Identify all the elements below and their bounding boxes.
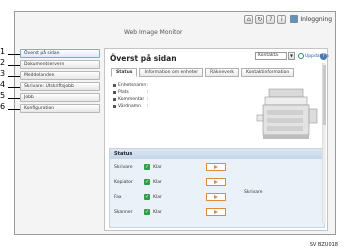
home-icon[interactable]: ⌂: [244, 14, 254, 24]
status-row: Fax Klar: [110, 193, 320, 203]
login-button[interactable]: Inloggning: [290, 15, 332, 23]
printer-image: [256, 88, 318, 139]
contact-select[interactable]: Kontakta: [255, 52, 287, 60]
sidebar-item-print-jobs[interactable]: Skrivare: Utskriftsjobb: [20, 82, 100, 91]
check-icon: [144, 179, 150, 185]
status-value: Klar: [153, 195, 162, 200]
device-info-list: Enhetsnamn: Plats: Kommentar: Värdnamn:: [113, 82, 149, 110]
status-label: Skanner: [114, 210, 133, 215]
scrollbar-thumb[interactable]: [323, 65, 326, 125]
info-row: Plats:: [113, 89, 149, 96]
chevron-down-icon[interactable]: ▼: [288, 52, 295, 60]
sidebar-menu: Överst på sidan Dokumentservern Meddelan…: [20, 49, 100, 115]
info-label: Kommentar: [118, 97, 145, 102]
status-label: Kopiator: [114, 180, 133, 185]
help-icon[interactable]: ?: [266, 14, 276, 24]
arrow-button[interactable]: [206, 178, 226, 186]
tab-counter[interactable]: Räkneverk: [205, 68, 240, 77]
status-label: Fax: [114, 195, 122, 200]
tab-bar: Status Information om enheter Räkneverk …: [111, 68, 295, 77]
info-row: Värdnamn:: [113, 103, 149, 110]
refresh-icon[interactable]: ↻: [255, 14, 265, 24]
login-icon: [290, 15, 299, 23]
info-label: Plats: [118, 90, 129, 95]
app-title: Web Image Monitor: [124, 29, 183, 36]
scrollbar[interactable]: [322, 63, 326, 223]
sidebar-item-jobs[interactable]: Jobb: [20, 93, 100, 102]
refresh-icon: [298, 53, 304, 59]
top-toolbar: ⌂ ↻ ? i Inloggning: [15, 12, 335, 26]
sidebar-item-top-page[interactable]: Överst på sidan: [20, 49, 100, 58]
status-value: Klar: [153, 180, 162, 185]
login-label: Inloggning: [300, 15, 332, 23]
check-icon: [144, 164, 150, 170]
info-value: :: [147, 90, 149, 95]
main-panel: Överst på sidan Kontakta ▼ Uppdatera ? S…: [104, 48, 329, 231]
arrow-button[interactable]: [206, 193, 226, 201]
status-row: Skanner Klar: [110, 208, 320, 218]
status-value: Klar: [153, 165, 162, 170]
tab-status[interactable]: Status: [111, 68, 138, 77]
info-value: :: [147, 97, 149, 102]
info-value: :: [147, 83, 149, 88]
help-icon[interactable]: ?: [320, 53, 327, 60]
status-label: Skrivare: [114, 165, 133, 170]
info-row: Enhetsnamn:: [113, 82, 149, 89]
sidebar-item-messages[interactable]: Meddelanden: [20, 71, 100, 80]
sidebar-item-configuration[interactable]: Konfiguration: [20, 104, 100, 113]
info-label: Enhetsnamn: [118, 83, 147, 88]
info-row: Kommentar:: [113, 96, 149, 103]
status-value: Klar: [153, 210, 162, 215]
arrow-button[interactable]: [206, 208, 226, 216]
check-icon: [144, 194, 150, 200]
figure-reference: SV BZU018: [309, 242, 338, 248]
page-title: Överst på sidan: [110, 54, 177, 63]
info-label: Värdnamn: [118, 104, 141, 109]
sidebar-item-document-server[interactable]: Dokumentservern: [20, 60, 100, 69]
arrow-button[interactable]: [206, 163, 226, 171]
info-value: :: [147, 104, 149, 109]
check-icon: [144, 209, 150, 215]
status-heading: Status: [110, 149, 324, 159]
status-side-label: Skrivare: [244, 190, 263, 195]
status-row: Kopiator Klar: [110, 178, 320, 188]
status-panel: Status Skrivare Klar Kopiator Klar Fax K…: [109, 148, 325, 228]
tab-device-info[interactable]: Information om enheter: [139, 68, 204, 77]
status-row: Skrivare Klar: [110, 163, 320, 173]
tab-contact-info[interactable]: Kontaktinformation: [241, 68, 295, 77]
info-icon[interactable]: i: [277, 14, 287, 24]
